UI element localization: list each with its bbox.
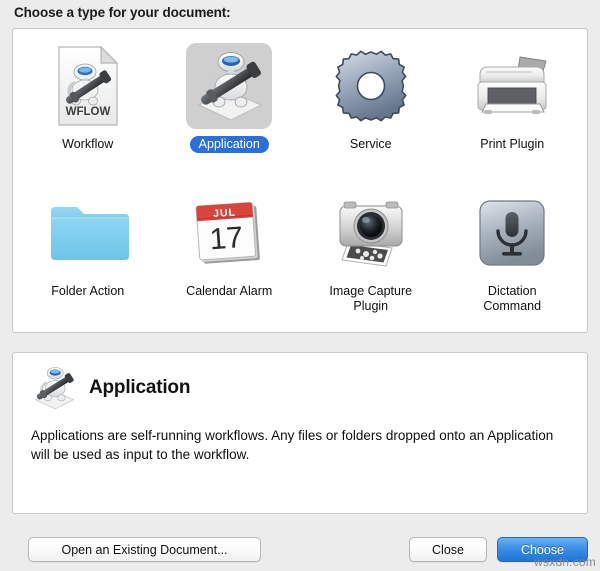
automator-robot-icon <box>29 363 79 413</box>
close-button[interactable]: Close <box>409 537 487 562</box>
description-title: Application <box>89 377 191 398</box>
print-plugin-icon-holder <box>469 43 555 129</box>
type-option-image-capture-plugin[interactable]: Image Capture Plugin <box>300 182 442 329</box>
service-icon-holder <box>328 43 414 129</box>
watermark: wsxdn.com <box>534 555 596 569</box>
page-title: Choose a type for your document: <box>14 5 231 20</box>
gear-icon <box>333 48 409 124</box>
microphone-icon <box>477 198 547 268</box>
type-option-label: Application <box>189 136 269 153</box>
type-option-label: Dictation Command <box>483 283 542 313</box>
type-description-panel: Application Applications are self-runnin… <box>12 352 588 514</box>
type-option-folder-action[interactable]: Folder Action <box>17 182 159 329</box>
calendar-icon: JUL 17 <box>192 196 266 270</box>
open-existing-document-button[interactable]: Open an Existing Document... <box>28 537 261 562</box>
workflow-icon-holder: WFLOW <box>45 43 131 129</box>
dictation-command-icon-holder <box>469 190 555 276</box>
type-option-label: Image Capture Plugin <box>329 283 413 313</box>
type-option-dictation-command[interactable]: Dictation Command <box>442 182 584 329</box>
calendar-alarm-icon-holder: JUL 17 <box>186 190 272 276</box>
type-option-application[interactable]: Application <box>159 35 301 182</box>
document-type-grid: WFLOW Workflow Application Service Print… <box>13 29 587 332</box>
camera-icon <box>330 196 412 270</box>
description-text: Applications are self-running workflows.… <box>31 428 554 462</box>
calendar-month-text: JUL <box>213 206 237 220</box>
type-option-label: Folder Action <box>51 283 125 298</box>
type-option-label: Print Plugin <box>480 137 545 151</box>
type-option-label: Service <box>349 137 392 151</box>
calendar-day-text: 17 <box>209 221 245 256</box>
type-option-workflow[interactable]: WFLOW Workflow <box>17 35 159 182</box>
type-option-label: Calendar Alarm <box>186 283 273 298</box>
type-option-service[interactable]: Service <box>300 35 442 182</box>
document-type-grid-panel: WFLOW Workflow Application Service Print… <box>12 28 588 333</box>
application-icon-holder <box>186 43 273 129</box>
automator-robot-icon <box>189 47 269 125</box>
folder-action-icon-holder <box>45 190 131 276</box>
printer-icon <box>472 53 552 119</box>
type-option-calendar-alarm[interactable]: JUL 17 Calendar Alarm <box>159 182 301 329</box>
type-option-print-plugin[interactable]: Print Plugin <box>442 35 584 182</box>
image-capture-icon-holder <box>328 190 414 276</box>
type-option-label: Workflow <box>62 137 114 151</box>
workflow-badge-text: WFLOW <box>65 106 110 118</box>
description-header: Application <box>29 363 190 413</box>
workflow-document-icon: WFLOW <box>55 45 121 127</box>
folder-icon <box>47 201 129 265</box>
